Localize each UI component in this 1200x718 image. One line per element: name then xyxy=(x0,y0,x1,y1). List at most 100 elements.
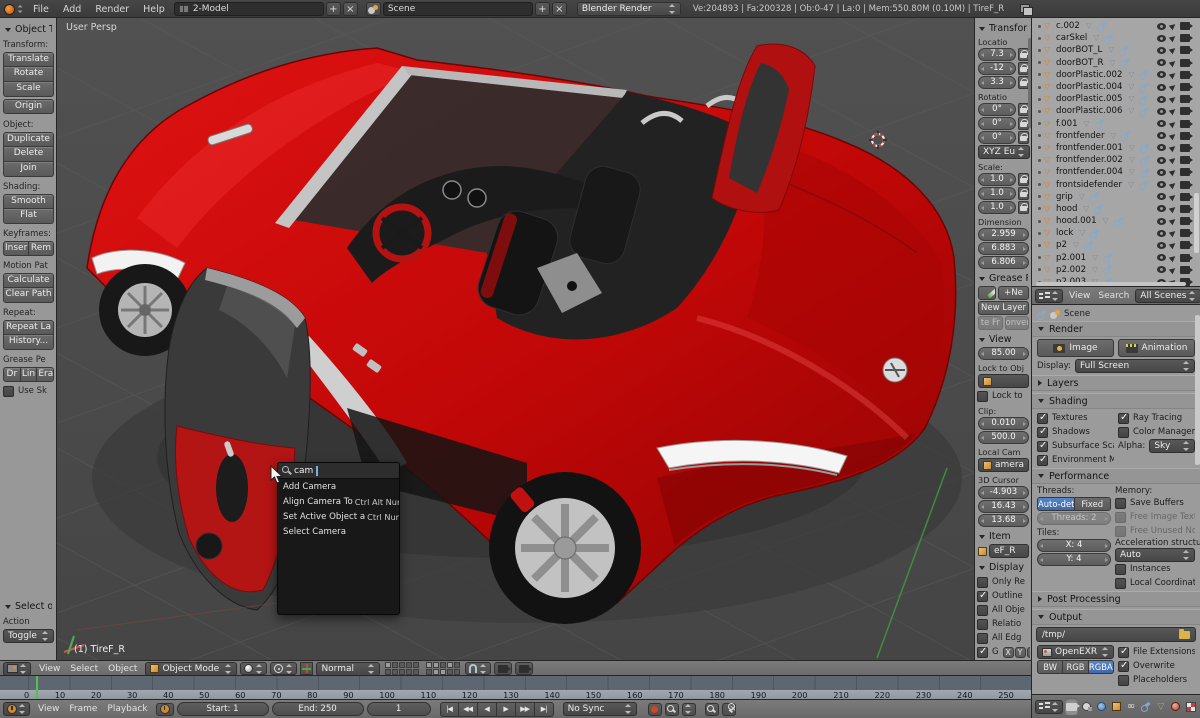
visibility-eye-icon[interactable] xyxy=(1157,107,1166,115)
menu-item[interactable]: Help xyxy=(136,4,172,15)
renderability-camera-icon[interactable] xyxy=(1180,204,1193,213)
visibility-eye-icon[interactable] xyxy=(1157,95,1166,103)
visibility-eye-icon[interactable] xyxy=(1157,34,1166,42)
location-z-field[interactable]: 3.3 xyxy=(978,76,1016,89)
window-duplicate-icon[interactable] xyxy=(1020,3,1034,16)
outliner-row[interactable]: lock xyxy=(1038,227,1200,239)
folder-icon[interactable] xyxy=(1179,628,1190,639)
renderability-camera-icon[interactable] xyxy=(1180,95,1193,104)
scale-z-field[interactable]: 1.0 xyxy=(978,201,1016,214)
selectability-arrow-icon[interactable] xyxy=(1168,155,1178,165)
selectability-arrow-icon[interactable] xyxy=(1168,265,1178,275)
renderability-camera-icon[interactable] xyxy=(1180,156,1193,165)
axis-toggle[interactable]: Y xyxy=(1014,646,1026,658)
shading-checkbox[interactable]: Subsurface Scatte xyxy=(1037,439,1114,453)
playback-button[interactable]: ▶▶ xyxy=(515,701,535,717)
tool-button[interactable]: Calculate xyxy=(3,273,54,288)
visibility-eye-icon[interactable] xyxy=(1157,193,1166,201)
grease-new-button[interactable]: +Ne xyxy=(998,286,1029,300)
tool-button[interactable]: Scale xyxy=(3,82,54,97)
cursor-z-field[interactable]: 13.68 xyxy=(978,514,1029,527)
menu-item[interactable]: Align Camera To Ctrl Alt Numpad 0 xyxy=(278,494,399,509)
tab-material[interactable] xyxy=(1169,698,1182,715)
render-image-button[interactable]: Image xyxy=(1037,339,1114,357)
menu-item[interactable]: Frame xyxy=(64,704,102,714)
visibility-eye-icon[interactable] xyxy=(1157,59,1166,67)
insert-keyframe-button[interactable] xyxy=(704,702,719,716)
outliner-row[interactable]: hood xyxy=(1038,203,1200,215)
tool-button[interactable]: Delete xyxy=(3,147,54,162)
outliner-row[interactable]: frontfender xyxy=(1038,130,1200,142)
tab-world[interactable] xyxy=(1095,698,1108,715)
editor-type-selector[interactable] xyxy=(3,702,30,716)
disclosure-dot-icon[interactable] xyxy=(1038,24,1041,28)
tool-button[interactable]: Join xyxy=(3,162,54,177)
object-name[interactable]: doorBOT_R xyxy=(1056,58,1104,68)
output-checkbox[interactable]: Placeholders xyxy=(1118,673,1195,687)
editor-type-selector[interactable] xyxy=(1035,289,1063,303)
frame-start-field[interactable]: Start: 1 xyxy=(176,702,269,716)
outliner-row[interactable]: hood.001 xyxy=(1038,215,1200,227)
renderability-camera-icon[interactable] xyxy=(1180,168,1193,177)
object-name[interactable]: frontsidefender xyxy=(1056,180,1122,190)
editor-type-selector[interactable] xyxy=(3,661,31,676)
renderability-camera-icon[interactable] xyxy=(1180,229,1193,238)
acceleration-dropdown[interactable]: Auto xyxy=(1115,548,1195,562)
tile-x-field[interactable]: X: 4 xyxy=(1037,539,1111,552)
dimension-y-field[interactable]: 6.883 xyxy=(978,242,1029,255)
post-processing-section-header[interactable]: Post Processing xyxy=(1032,591,1200,607)
disclosure-dot-icon[interactable] xyxy=(1038,109,1041,113)
outliner-row[interactable]: frontfender.004 xyxy=(1038,166,1200,178)
selectability-arrow-icon[interactable] xyxy=(1168,241,1178,250)
renderability-camera-icon[interactable] xyxy=(1180,34,1193,43)
visibility-eye-icon[interactable] xyxy=(1157,217,1166,225)
memory-checkbox[interactable]: Free Image Textur xyxy=(1115,510,1195,524)
selectability-arrow-icon[interactable] xyxy=(1168,94,1178,104)
tab-texture[interactable] xyxy=(1184,698,1197,715)
active-item-field[interactable]: eF_R xyxy=(994,546,1024,556)
clip-end-field[interactable]: 500.0 xyxy=(978,431,1029,444)
selectability-arrow-icon[interactable] xyxy=(1168,192,1178,201)
auto-keyframe-record-button[interactable] xyxy=(647,702,662,716)
render-engine-dropdown[interactable]: Blender Render xyxy=(576,2,681,16)
render-section-header[interactable]: Render xyxy=(1032,321,1200,337)
object-name[interactable]: carSkel xyxy=(1056,33,1087,43)
scrollbar[interactable] xyxy=(1195,315,1200,465)
visibility-eye-icon[interactable] xyxy=(1157,46,1166,54)
shading-section-header[interactable]: Shading xyxy=(1032,393,1200,409)
renderability-camera-icon[interactable] xyxy=(1180,241,1193,250)
tool-button[interactable]: Inser xyxy=(3,241,29,256)
file-format-dropdown[interactable]: OpenEXR xyxy=(1037,645,1114,659)
outliner-row[interactable]: p2 xyxy=(1038,239,1200,251)
visibility-eye-icon[interactable] xyxy=(1157,168,1166,176)
outliner-row[interactable]: f.001 xyxy=(1038,118,1200,130)
object-name[interactable]: doorPlastic.005 xyxy=(1056,94,1122,104)
object-name[interactable]: c.002 xyxy=(1056,21,1080,31)
tab-modifiers[interactable] xyxy=(1139,698,1152,715)
object-name[interactable]: doorBOT_L xyxy=(1056,45,1102,55)
selectability-arrow-icon[interactable] xyxy=(1168,216,1178,226)
selectability-arrow-icon[interactable] xyxy=(1168,131,1178,141)
lock-to-cursor-checkbox[interactable]: Lock to xyxy=(977,389,1030,403)
tool-button[interactable]: Flat xyxy=(3,209,54,224)
outliner-row[interactable]: frontfender.002 xyxy=(1038,154,1200,166)
outliner-row[interactable]: doorPlastic.004 xyxy=(1038,81,1200,93)
visibility-eye-icon[interactable] xyxy=(1157,83,1166,91)
disclosure-dot-icon[interactable] xyxy=(1038,170,1041,174)
display-checkbox[interactable]: All Edg xyxy=(977,631,1030,645)
renderability-camera-icon[interactable] xyxy=(1180,70,1193,79)
display-checkbox[interactable]: Outline xyxy=(977,589,1030,603)
tool-button[interactable]: Repeat La xyxy=(3,320,54,335)
tool-button[interactable]: Duplicate xyxy=(3,132,54,147)
memory-checkbox[interactable]: Save Buffers xyxy=(1115,496,1195,510)
selectability-arrow-icon[interactable] xyxy=(1168,180,1178,189)
shading-checkbox[interactable]: Textures xyxy=(1037,411,1114,425)
disclosure-dot-icon[interactable] xyxy=(1038,256,1041,260)
visibility-eye-icon[interactable] xyxy=(1157,156,1166,164)
menu-item[interactable]: File xyxy=(26,4,56,15)
menu-item[interactable]: Playback xyxy=(102,704,152,714)
tab-scene[interactable] xyxy=(1080,698,1093,715)
grease-draw-button[interactable] xyxy=(978,286,996,300)
scene-selector[interactable]: Scene xyxy=(382,2,533,16)
selectability-arrow-icon[interactable] xyxy=(1168,168,1178,177)
